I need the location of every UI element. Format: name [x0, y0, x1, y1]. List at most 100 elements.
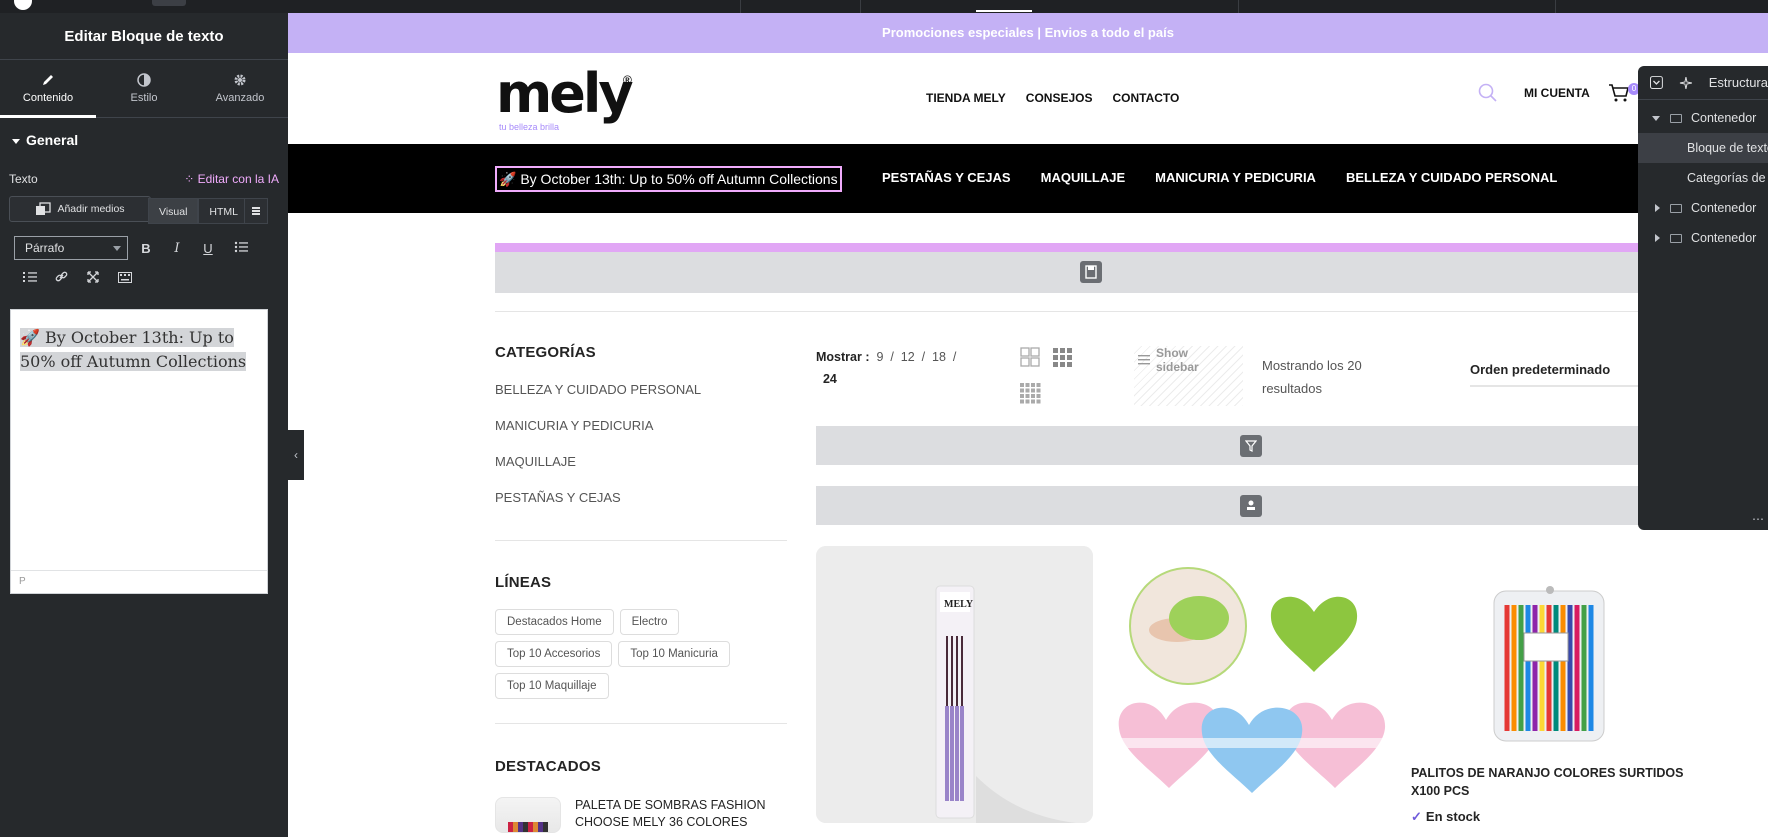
collapse-panel-button[interactable]: ‹	[288, 430, 304, 480]
featured-title: DESTACADOS	[495, 758, 601, 775]
nav-manicuria-pedicuria[interactable]: MANICURIA Y PEDICURIA	[1155, 170, 1316, 185]
bold-button[interactable]: B	[136, 239, 156, 259]
elementor-logo-icon[interactable]	[14, 0, 32, 10]
featured-product[interactable]: PALETA DE SOMBRAS FASHION CHOOSE MELY 36…	[495, 797, 787, 833]
link-button[interactable]	[51, 269, 71, 289]
panel-tabs: Contenido Estilo Avanzado	[0, 60, 288, 118]
cart-icon[interactable]	[1608, 83, 1630, 103]
section-general-header[interactable]: General	[0, 118, 288, 162]
show-sidebar-button[interactable]: Show sidebar	[1134, 346, 1243, 406]
category-link[interactable]: BELLEZA Y CUIDADO PERSONAL	[495, 382, 787, 397]
per-page-label: Mostrar :	[816, 350, 870, 364]
tag-chip[interactable]: Destacados Home	[495, 609, 614, 635]
category-link[interactable]: MANICURIA Y PEDICURIA	[495, 418, 787, 433]
category-link[interactable]: PESTAÑAS Y CEJAS	[495, 490, 787, 505]
product-card: PALITOS DE NARANJO COLORES SURTIDOS X100…	[1407, 575, 1697, 824]
tab-label: Avanzado	[215, 92, 265, 104]
selected-text: 🚀 By October 13th: Up to 50% off Autumn …	[20, 328, 247, 371]
header-actions: MI CUENTA	[1478, 83, 1630, 103]
top-bar-button[interactable]	[152, 0, 186, 6]
per-page-option-active[interactable]: 24	[823, 372, 837, 386]
nav-contacto[interactable]: CONTACTO	[1112, 91, 1179, 105]
text-editor-area[interactable]: 🚀 By October 13th: Up to 50% off Autumn …	[10, 309, 268, 594]
category-links: PESTAÑAS Y CEJAS MAQUILLAJE MANICURIA Y …	[882, 170, 1557, 185]
logo-wordmark: mely	[496, 62, 634, 125]
product-image-sticks[interactable]	[1407, 575, 1697, 755]
ai-sparkle-icon[interactable]	[1679, 76, 1693, 90]
toolbar-toggle-button[interactable]	[244, 198, 268, 224]
nav-maquillaje[interactable]: MAQUILLAJE	[1041, 170, 1126, 185]
italic-button[interactable]: I	[167, 239, 187, 259]
nav-pestanas-cejas[interactable]: PESTAÑAS Y CEJAS	[882, 170, 1011, 185]
structure-item-container[interactable]: Contenedor	[1638, 223, 1768, 253]
tag-chip[interactable]: Top 10 Manicuria	[618, 641, 730, 667]
bullet-list-button[interactable]	[231, 239, 251, 259]
per-page-option[interactable]: 9	[876, 350, 883, 364]
structure-item-label: Contenedor	[1691, 201, 1757, 215]
resize-handle-icon[interactable]: ⋯	[1752, 512, 1764, 526]
cart-notice-icon	[1240, 495, 1262, 517]
site-logo[interactable]: mely ® tu belleza brilla	[496, 62, 634, 133]
mode-visual-tab[interactable]: Visual	[148, 198, 199, 224]
tab-avanzado[interactable]: Avanzado	[192, 60, 288, 117]
underline-button[interactable]: U	[198, 239, 218, 259]
selected-text-block[interactable]: 🚀 By October 13th: Up to 50% off Autumn …	[495, 166, 842, 192]
show-sidebar-label: Show sidebar	[1156, 346, 1199, 374]
tag-chip[interactable]: Top 10 Accesorios	[495, 641, 613, 667]
sort-select[interactable]: Orden predeterminado	[1470, 362, 1656, 387]
grid-3-cols-icon[interactable]	[1051, 346, 1073, 368]
edit-with-ai-link[interactable]: ⁘ Editar con la IA	[184, 172, 279, 186]
tab-estilo[interactable]: Estilo	[96, 60, 192, 117]
tab-contenido[interactable]: Contenido	[0, 60, 96, 118]
widget-placeholder[interactable]	[495, 252, 1768, 293]
grid-2-cols-icon[interactable]	[1019, 346, 1041, 368]
nav-consejos[interactable]: CONSEJOS	[1026, 91, 1093, 105]
tag-chip[interactable]: Top 10 Maquillaje	[495, 673, 609, 699]
editor-top-bar	[0, 0, 1768, 13]
top-bar-divider	[860, 0, 861, 13]
per-page-option[interactable]: 18	[932, 350, 946, 364]
structure-item-product-categories[interactable]: Categorías de productos	[1638, 163, 1768, 193]
filter-icon	[1240, 435, 1262, 457]
category-link[interactable]: MAQUILLAJE	[495, 454, 787, 469]
collapse-panel-icon[interactable]	[1650, 76, 1663, 89]
keyboard-shortcuts-button[interactable]	[115, 269, 135, 289]
editor-content[interactable]: 🚀 By October 13th: Up to 50% off Autumn …	[11, 310, 267, 390]
check-icon: ✓	[1411, 809, 1422, 824]
notice-widget-placeholder[interactable]	[816, 486, 1768, 525]
text-field-row: Texto ⁘ Editar con la IA	[0, 168, 288, 190]
structure-header: Estructura	[1638, 66, 1768, 100]
filter-widget-placeholder[interactable]	[816, 426, 1768, 465]
structure-item-text-block[interactable]: Bloque de texto	[1638, 133, 1768, 163]
tag-chip[interactable]: Electro	[619, 609, 680, 635]
per-page-option[interactable]: 12	[901, 350, 915, 364]
panel-title: Editar Bloque de texto	[0, 13, 288, 60]
featured-product-image[interactable]	[495, 797, 561, 833]
search-icon[interactable]	[1478, 83, 1498, 103]
gear-icon	[234, 74, 246, 86]
featured-product-name[interactable]: PALETA DE SOMBRAS FASHION CHOOSE MELY 36…	[575, 797, 785, 833]
numbered-list-button[interactable]	[20, 269, 40, 289]
grid-4-cols-icon[interactable]	[1019, 382, 1041, 404]
structure-item-container[interactable]: Contenedor	[1638, 193, 1768, 223]
nav-tienda-mely[interactable]: TIENDA MELY	[926, 91, 1006, 105]
my-account-link[interactable]: MI CUENTA	[1524, 86, 1590, 100]
paragraph-format-select[interactable]: Párrafo	[14, 236, 128, 260]
caret-down-icon	[12, 138, 20, 144]
add-media-button[interactable]: Añadir medios	[9, 196, 151, 222]
fullscreen-icon	[87, 271, 99, 283]
chevron-left-icon: ‹	[294, 448, 298, 462]
product-name[interactable]: PALITOS DE NARANJO COLORES SURTIDOS X100…	[1411, 764, 1701, 800]
mode-html-tab[interactable]: HTML	[198, 198, 250, 224]
logo-registered: ®	[623, 73, 632, 87]
caret-right-icon	[1655, 204, 1660, 212]
product-card-image[interactable]: MELY	[816, 546, 1093, 823]
product-card-image[interactable]	[1111, 560, 1386, 837]
fullscreen-button[interactable]	[83, 269, 103, 289]
structure-item-label: Contenedor	[1691, 231, 1757, 245]
lines-title: LÍNEAS	[495, 574, 552, 591]
nav-belleza-cuidado[interactable]: BELLEZA Y CUIDADO PERSONAL	[1346, 170, 1557, 185]
bullet-list-icon	[234, 241, 248, 253]
structure-item-container[interactable]: Contenedor	[1638, 103, 1768, 133]
divider	[495, 311, 1768, 312]
